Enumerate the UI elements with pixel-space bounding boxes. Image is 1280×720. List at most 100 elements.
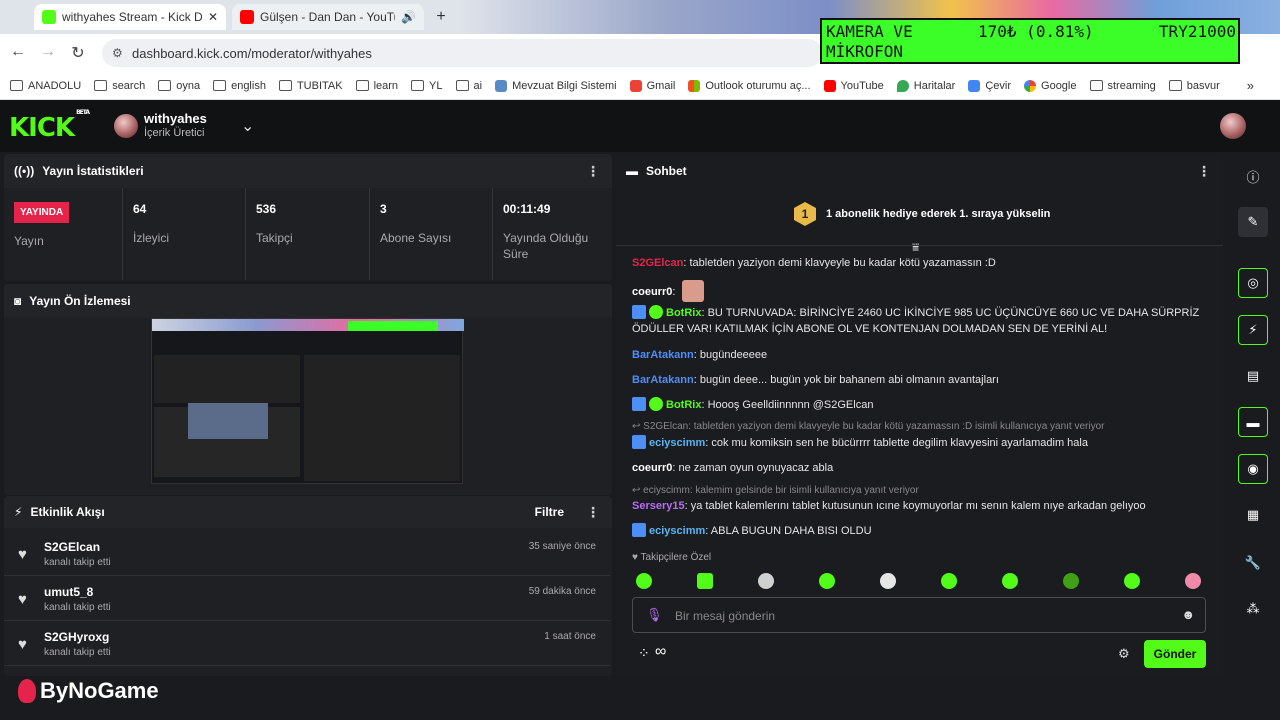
gift-leaderboard-banner[interactable]: 1 1 abonelik hediye ederek 1. sıraya yük… xyxy=(616,194,1223,246)
stat-label: Yayın xyxy=(14,234,44,248)
bookmark-oyna[interactable]: oyna xyxy=(158,80,200,92)
connections-icon[interactable]: ⁂ xyxy=(1238,594,1268,624)
emote-icon[interactable] xyxy=(941,573,957,589)
forward-icon[interactable]: → xyxy=(38,43,58,61)
dots-icon[interactable]: ⁘ xyxy=(638,645,650,662)
audio-icon[interactable]: 🔊 xyxy=(401,10,416,24)
profile-avatar[interactable] xyxy=(1220,113,1246,139)
site-info-icon[interactable]: ⚙ xyxy=(112,46,123,60)
emote-icon[interactable] xyxy=(758,573,774,589)
emote-icon[interactable] xyxy=(697,573,713,589)
url-field[interactable]: ⚙ dashboard.kick.com/moderator/withyahes xyxy=(102,39,822,67)
live-badge: YAYINDA xyxy=(14,202,70,223)
reload-icon[interactable]: ↻ xyxy=(68,43,88,63)
kick-logo[interactable]: KICKBETA xyxy=(9,109,90,143)
activity-user[interactable]: umut5_8 xyxy=(44,585,93,599)
rank-badge-icon: 1 xyxy=(794,202,816,226)
folder-icon xyxy=(158,80,172,91)
preview-video[interactable] xyxy=(151,318,464,484)
more-bookmarks-icon[interactable]: » xyxy=(1247,78,1254,93)
bookmark-basvur[interactable]: basvur xyxy=(1168,80,1220,92)
emote-icon[interactable] xyxy=(636,573,652,589)
bookmark-youtube[interactable]: YouTube xyxy=(823,79,884,92)
bookmark-learn[interactable]: learn xyxy=(355,80,398,92)
gear-icon[interactable]: ⚙ xyxy=(1118,646,1130,662)
filter-button[interactable]: Filtre xyxy=(535,505,564,519)
emote-icon[interactable] xyxy=(1185,573,1201,589)
infinity-icon[interactable]: ∞ xyxy=(655,643,666,661)
tab-title: withyahes Stream - Kick Dashbo xyxy=(62,10,202,24)
chat-message: eciyscimm: ABLA BUGUN DAHA BISI OLDU xyxy=(632,523,1212,539)
close-tab-icon[interactable]: ✕ xyxy=(208,10,218,24)
bookmark-search[interactable]: search xyxy=(94,80,145,92)
bookmark-english[interactable]: english xyxy=(213,80,266,92)
activity-user[interactable]: S2GElcan xyxy=(44,540,100,554)
activity-feed-panel: ⚡ Etkinlik Akışı Filtre ⋮ ♥ S2GElcan kan… xyxy=(4,496,612,676)
activity-item: ♥ umut5_8 kanalı takip etti 59 dakika ön… xyxy=(4,577,610,621)
stream-stats-panel: ((•)) Yayın İstatistikleri ⋮ YAYINDA Yay… xyxy=(4,154,612,281)
bookmark-tubitak[interactable]: TUBITAK xyxy=(278,80,343,92)
back-icon[interactable]: ← xyxy=(8,43,28,61)
bookmark-streaming[interactable]: streaming xyxy=(1089,80,1156,92)
activity-item: ♥ S2GHyroxg kanalı takip etti 1 saat önc… xyxy=(4,622,610,666)
gift-text: 1 abonelik hediye ederek 1. sıraya yükse… xyxy=(826,208,1051,220)
kick-favicon-icon xyxy=(42,10,56,24)
verified-badge-icon xyxy=(649,305,663,319)
heart-icon: ♥ xyxy=(18,546,27,563)
stat-value: 64 xyxy=(133,202,147,216)
emote-icon[interactable] xyxy=(819,573,835,589)
bookmark-ai[interactable]: ai xyxy=(455,80,482,92)
tab-title: Gülşen - Dan Dan - YouTub xyxy=(260,10,396,24)
preview-thumb-nested xyxy=(188,403,268,439)
broadcast-icon[interactable]: ◉ xyxy=(1238,454,1268,484)
more-options-icon[interactable]: ⋮ xyxy=(586,504,600,521)
chat-message: S2GElcan: tabletden yaziyon demi klavyey… xyxy=(632,257,996,269)
more-options-icon[interactable]: ⋮ xyxy=(1197,163,1211,180)
chat-message: BotRix: BU TURNUVADA: BİRİNCİYE 2460 UC … xyxy=(632,305,1200,335)
tab-kick-dashboard[interactable]: withyahes Stream - Kick Dashbo ✕ xyxy=(34,4,226,30)
activity-desc: kanalı takip etti xyxy=(44,557,111,568)
lightning-icon[interactable]: ⚡ xyxy=(1238,315,1268,345)
bookmark-cevir[interactable]: Çevir xyxy=(968,79,1011,92)
bookmark-haritalar[interactable]: Haritalar xyxy=(896,79,955,92)
bookmark-mevzuat[interactable]: Mevzuat Bilgi Sistemi xyxy=(495,79,617,92)
layout-icon[interactable]: ▦ xyxy=(1238,500,1268,530)
bookmark-google[interactable]: Google xyxy=(1024,79,1077,92)
chat-bubble-icon: ▬ xyxy=(626,164,638,178)
camera-icon: ◙ xyxy=(14,294,22,308)
more-options-icon[interactable]: ⋮ xyxy=(586,163,600,180)
bookmark-gmail[interactable]: Gmail xyxy=(629,79,675,92)
edit-icon[interactable]: ✎ xyxy=(1238,207,1268,237)
activity-desc: kanalı takip etti xyxy=(44,647,111,658)
heart-icon: ♥ xyxy=(18,591,27,608)
send-button[interactable]: Gönder xyxy=(1144,640,1206,668)
pin-arrow-icon[interactable]: ⩸ xyxy=(912,240,919,255)
emote-icon[interactable] xyxy=(1063,573,1079,589)
reply-context[interactable]: ↩ eciyscimm: kalemim gelsinde bir isimli… xyxy=(632,485,919,496)
emote-icon[interactable] xyxy=(1124,573,1140,589)
new-tab-button[interactable]: + xyxy=(432,8,450,26)
activity-user[interactable]: S2GHyroxg xyxy=(44,630,109,644)
chat-input[interactable]: 🎙 Bir mesaj gönderin ☻ xyxy=(632,597,1206,633)
bookmark-outlook[interactable]: Outlook oturumu aç... xyxy=(688,79,811,92)
emote-icon[interactable] xyxy=(880,573,896,589)
emote-icon[interactable] xyxy=(1002,573,1018,589)
wrench-icon[interactable]: 🔧 xyxy=(1238,548,1268,578)
tab-youtube[interactable]: Gülşen - Dan Dan - YouTub 🔊 xyxy=(232,4,424,30)
bookmark-yl[interactable]: YL xyxy=(411,80,443,92)
chat-icon[interactable]: ▬ xyxy=(1238,407,1268,437)
google-icon xyxy=(1024,79,1037,92)
microphone-icon[interactable]: 🎙 xyxy=(646,607,663,623)
emoji-icon[interactable]: ☻ xyxy=(1181,607,1195,622)
activity-header: ⚡ Etkinlik Akışı Filtre ⋮ xyxy=(4,496,612,528)
notes-icon[interactable]: ▤ xyxy=(1238,361,1268,391)
bookmark-anadolu[interactable]: ANADOLU xyxy=(10,80,81,92)
reply-context[interactable]: ↩ S2GElcan: tabletden yaziyon demi klavy… xyxy=(632,421,1105,432)
chevron-down-icon[interactable]: ⌄ xyxy=(241,116,254,136)
target-icon[interactable]: ◎ xyxy=(1238,268,1268,298)
chat-message: coeurr0: ne zaman oyun oynuyacaz abla xyxy=(632,462,834,474)
info-icon[interactable]: ⓘ xyxy=(1238,161,1268,191)
youtube-icon xyxy=(823,79,836,92)
preview-thumb-chat xyxy=(304,355,460,481)
moderator-badge-icon xyxy=(632,305,646,319)
